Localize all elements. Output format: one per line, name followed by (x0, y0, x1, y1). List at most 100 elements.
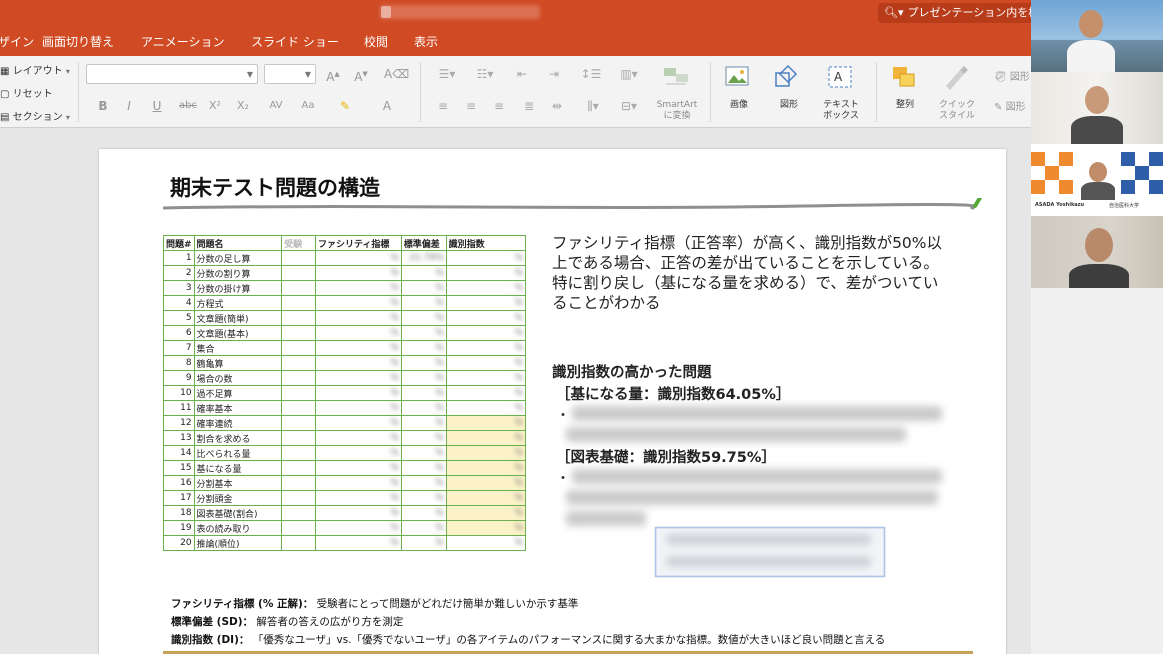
change-case-button[interactable]: Aa (294, 96, 322, 116)
section-button[interactable]: ▤ セクション ▾ (0, 108, 70, 123)
quick-style-icon[interactable] (942, 64, 970, 90)
indent-icon[interactable]: ⇥ (540, 64, 568, 84)
tab-animations[interactable]: アニメーション (141, 33, 225, 50)
item2-bullet: ・ (556, 471, 570, 487)
strikethrough-button[interactable]: abc (174, 96, 202, 116)
layout-button[interactable]: ▦ レイアウト ▾ (0, 62, 70, 77)
table-cell: % (445, 520, 527, 536)
table-cell: 確率基本 (193, 400, 283, 416)
cell-text: % (514, 358, 523, 368)
table-cell: 方程式 (193, 295, 283, 311)
superscript-button[interactable]: X² (204, 96, 226, 116)
table-cell: 7 (163, 340, 195, 356)
cell-text: % (435, 478, 444, 488)
clear-format-icon[interactable]: A⌫ (384, 64, 409, 84)
cell-text: % (514, 313, 523, 323)
decrease-font-icon[interactable]: A▼ (350, 64, 372, 84)
distribute-icon[interactable]: ⇹ (546, 96, 568, 116)
tab-view[interactable]: 表示 (414, 33, 438, 50)
col-header-di: 識別指数 (445, 235, 527, 251)
highlighter-icon[interactable]: ✎ (334, 96, 356, 116)
arrange-icon[interactable] (890, 64, 918, 90)
text-direction-icon[interactable]: ⫼▾ (576, 96, 610, 116)
participant-video-4[interactable] (1031, 216, 1163, 288)
underline-button[interactable]: U (146, 96, 168, 116)
table-cell: 17 (163, 490, 195, 506)
tab-transitions[interactable]: 画面切り替え (42, 33, 114, 50)
cell-text: % (435, 313, 444, 323)
table-cell (281, 325, 316, 341)
smartart-icon[interactable] (662, 64, 690, 90)
table-row: 16 分割基本%%% (163, 475, 527, 491)
ribbon-tabs: ザイン 画面切り替え アニメーション スライド ショー 校閲 表示 (0, 26, 1163, 56)
table-cell: 文章題(簡単) (193, 310, 283, 326)
tab-review[interactable]: 校閲 (364, 33, 388, 50)
font-name-select[interactable]: ▼ (86, 64, 258, 84)
align-text-icon[interactable]: ⊟▾ (612, 96, 646, 116)
table-cell: 21.79% (400, 250, 447, 266)
search-box[interactable]: 🔍︎▾ プレゼンテーション内を検索 (878, 3, 1038, 23)
table-cell: % (445, 280, 527, 296)
table-cell: 図表基礎(割合) (193, 505, 283, 521)
chevron-down-icon: ▼ (246, 70, 253, 79)
blurred-textbox[interactable] (655, 527, 885, 577)
char-spacing-button[interactable]: AV (262, 96, 290, 116)
cell-text: % (390, 418, 399, 428)
picture-icon[interactable] (724, 64, 752, 90)
font-size-select[interactable]: ▼ (264, 64, 316, 84)
shape-fill-button[interactable]: 🪣︎ 図形 (994, 68, 1030, 83)
cell-text: % (435, 358, 444, 368)
italic-button[interactable]: I (118, 96, 140, 116)
tab-slideshow[interactable]: スライド ショー (251, 33, 339, 50)
cell-text: 1 (185, 253, 192, 263)
bullets-icon[interactable]: ☰▾ (430, 64, 464, 84)
justify-icon[interactable]: ≣ (518, 96, 540, 116)
cell-text: % (514, 448, 523, 458)
powerpoint-window: 🔍︎▾ プレゼンテーション内を検索 ザイン 画面切り替え アニメーション スライド… (0, 0, 1163, 654)
cell-text: % (435, 298, 444, 308)
item2-title: ［図表基礎：識別指数59.75%］ (556, 450, 776, 466)
table-cell (281, 415, 316, 431)
table-cell: % (400, 460, 447, 476)
cell-text: 17 (180, 493, 192, 503)
align-left-icon[interactable]: ≡ (432, 96, 454, 116)
table-cell: % (400, 370, 447, 386)
textbox-icon[interactable]: A (826, 64, 854, 90)
reset-button[interactable]: ▢ リセット (0, 85, 53, 100)
font-color-button[interactable]: A (376, 96, 398, 116)
table-cell: 集合 (193, 340, 283, 356)
col-header-name: 問題名 (193, 235, 283, 251)
cell-text: % (435, 523, 444, 533)
table-cell (281, 535, 316, 551)
table-cell: % (400, 400, 447, 416)
outdent-icon[interactable]: ⇤ (508, 64, 536, 84)
cell-text: 比べられる量 (196, 449, 251, 460)
align-right-icon[interactable]: ≡ (488, 96, 510, 116)
columns-icon[interactable]: ▥▾ (612, 64, 646, 84)
table-row: 5 文章題(簡単)%%% (163, 310, 527, 326)
cell-text: 13 (180, 433, 192, 443)
tab-design[interactable]: ザイン (0, 33, 34, 50)
line-spacing-icon[interactable]: ↕☰ (574, 64, 608, 84)
chevron-down-icon: ▼ (304, 70, 311, 79)
cell-text: 場合の数 (196, 374, 233, 385)
participant-video-2[interactable] (1031, 72, 1163, 144)
summary-paragraph: ファシリティ指標（正答率）が高く、識別指数が50%以上である場合、正答の差が出て… (552, 233, 952, 313)
smartart-label: SmartArt に変換 (656, 100, 698, 121)
background-pattern (1045, 166, 1059, 180)
numbering-icon[interactable]: ☷▾ (468, 64, 502, 84)
shapes-icon[interactable] (774, 64, 802, 90)
cell-text: % (514, 463, 523, 473)
participant-video-1[interactable] (1031, 0, 1163, 72)
cell-text: 文章題(簡単) (196, 314, 249, 325)
increase-font-icon[interactable]: A▲ (322, 64, 344, 84)
shape-outline-button[interactable]: ✎ 図形 (994, 98, 1026, 113)
cell-text: % (390, 463, 399, 473)
cell-text: % (514, 403, 523, 413)
align-center-icon[interactable]: ≡ (460, 96, 482, 116)
cell-text: % (390, 448, 399, 458)
cell-text: 11 (180, 403, 192, 413)
bold-button[interactable]: B (92, 96, 114, 116)
subscript-button[interactable]: X₂ (232, 96, 254, 116)
participant-video-3[interactable]: ASADA Yoshikazu 自治医科大学 (1031, 144, 1163, 216)
